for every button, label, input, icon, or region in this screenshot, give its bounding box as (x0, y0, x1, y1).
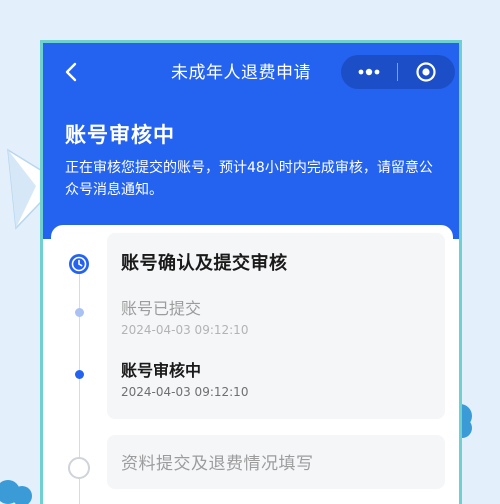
page-description: 正在审核您提交的账号，预计48小时内完成审核，请留意公众号消息通知。 (65, 160, 433, 198)
substep-time: 2024-04-03 09:12:10 (121, 385, 249, 399)
more-dots-icon (358, 68, 380, 76)
navigation-bar: 未成年人退费申请 (43, 43, 459, 101)
progress-card: 账号确认及提交审核 账号已提交 2024-04-03 09:12:10 账号审核… (51, 225, 453, 504)
step-panel-account: 账号确认及提交审核 账号已提交 2024-04-03 09:12:10 账号审核… (107, 233, 445, 419)
substep-done-dot (75, 308, 84, 317)
phone-screen: 未成年人退费申请 账号审核中 正在审核您提交的账号，预计48小时内完成审核，请留… (40, 40, 462, 504)
clock-icon (69, 254, 89, 274)
chevron-left-icon (65, 62, 77, 82)
close-button[interactable] (398, 55, 454, 89)
target-circle-icon (416, 62, 436, 82)
substep-label: 账号已提交 (121, 299, 202, 318)
page-title: 账号审核中 (65, 123, 175, 147)
substep-label: 账号审核中 (121, 361, 202, 380)
mini-program-capsule (341, 55, 455, 89)
back-button[interactable] (59, 59, 83, 85)
nav-title: 未成年人退费申请 (171, 63, 311, 83)
step-panel-refund[interactable]: 资料提交及退费情况填写 (107, 435, 445, 489)
substep-active-dot (75, 370, 84, 379)
more-button[interactable] (341, 55, 397, 89)
step-title: 账号确认及提交审核 (121, 253, 288, 274)
pending-step-ring (68, 457, 90, 479)
substep-time: 2024-04-03 09:12:10 (121, 323, 249, 337)
cloud-decoration-icon (0, 480, 32, 504)
step-title: 资料提交及退费情况填写 (121, 454, 314, 474)
